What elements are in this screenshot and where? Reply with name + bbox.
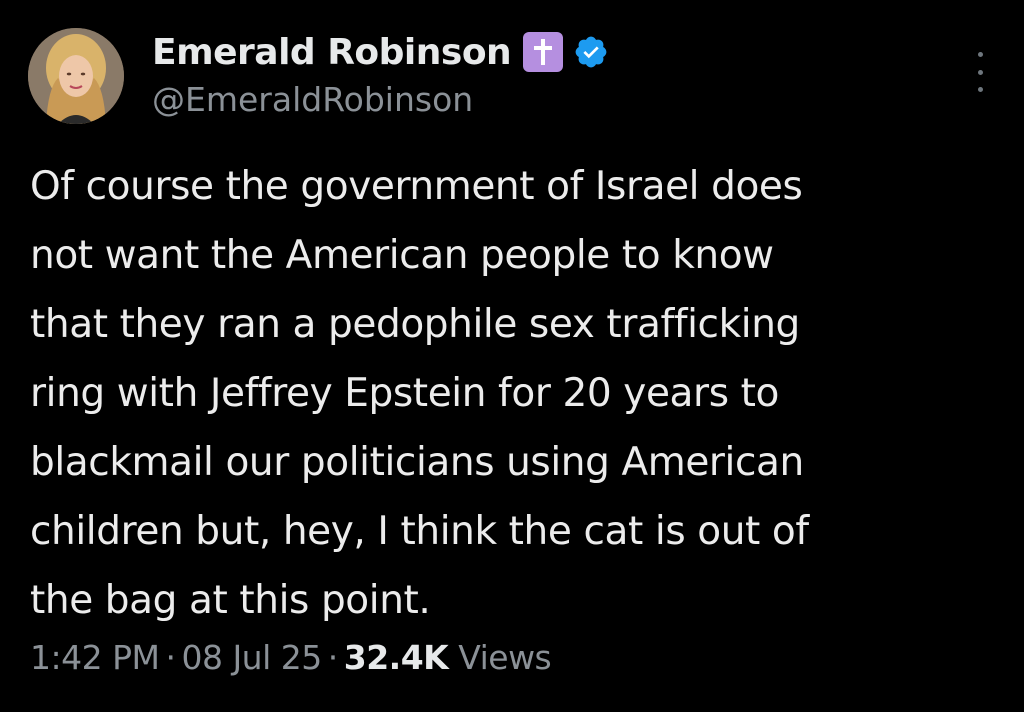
tweet-text-line: Of course the government of Israel does [30,164,803,209]
views-count[interactable]: 32.4K [344,638,449,677]
separator-dot: · [165,638,176,677]
tweet-text-line: blackmail our politicians using American [30,440,804,485]
tweet-header: Emerald Robinson @EmeraldRobinson [152,26,984,126]
avatar[interactable] [28,28,124,124]
tweet-time[interactable]: 1:42 PM [30,638,160,677]
tweet-text-line: that they ran a pedophile sex traffickin… [30,302,800,347]
tweet-date[interactable]: 08 Jul 25 [181,638,322,677]
latin-cross-icon [523,32,564,72]
display-name[interactable]: Emerald Robinson [152,32,512,73]
views-label: Views [458,638,552,677]
tweet-card: Emerald Robinson @EmeraldRobinson Of cou… [0,0,1024,712]
tweet-text: Of course the government of Israel does … [30,152,1005,635]
verified-badge-icon [575,36,607,68]
tweet-text-line: the bag at this point. [30,578,431,623]
tweet-text-line: children but, hey, I think the cat is ou… [30,509,809,554]
separator-dot: · [327,638,339,677]
user-handle[interactable]: @EmeraldRobinson [152,80,984,119]
more-options-icon[interactable] [970,52,990,92]
tweet-metadata: 1:42 PM · 08 Jul 25 · 32.4K Views [30,638,552,677]
tweet-text-line: not want the American people to know [30,233,774,278]
name-row: Emerald Robinson [152,26,984,78]
tweet-text-line: ring with Jeffrey Epstein for 20 years t… [30,371,779,416]
